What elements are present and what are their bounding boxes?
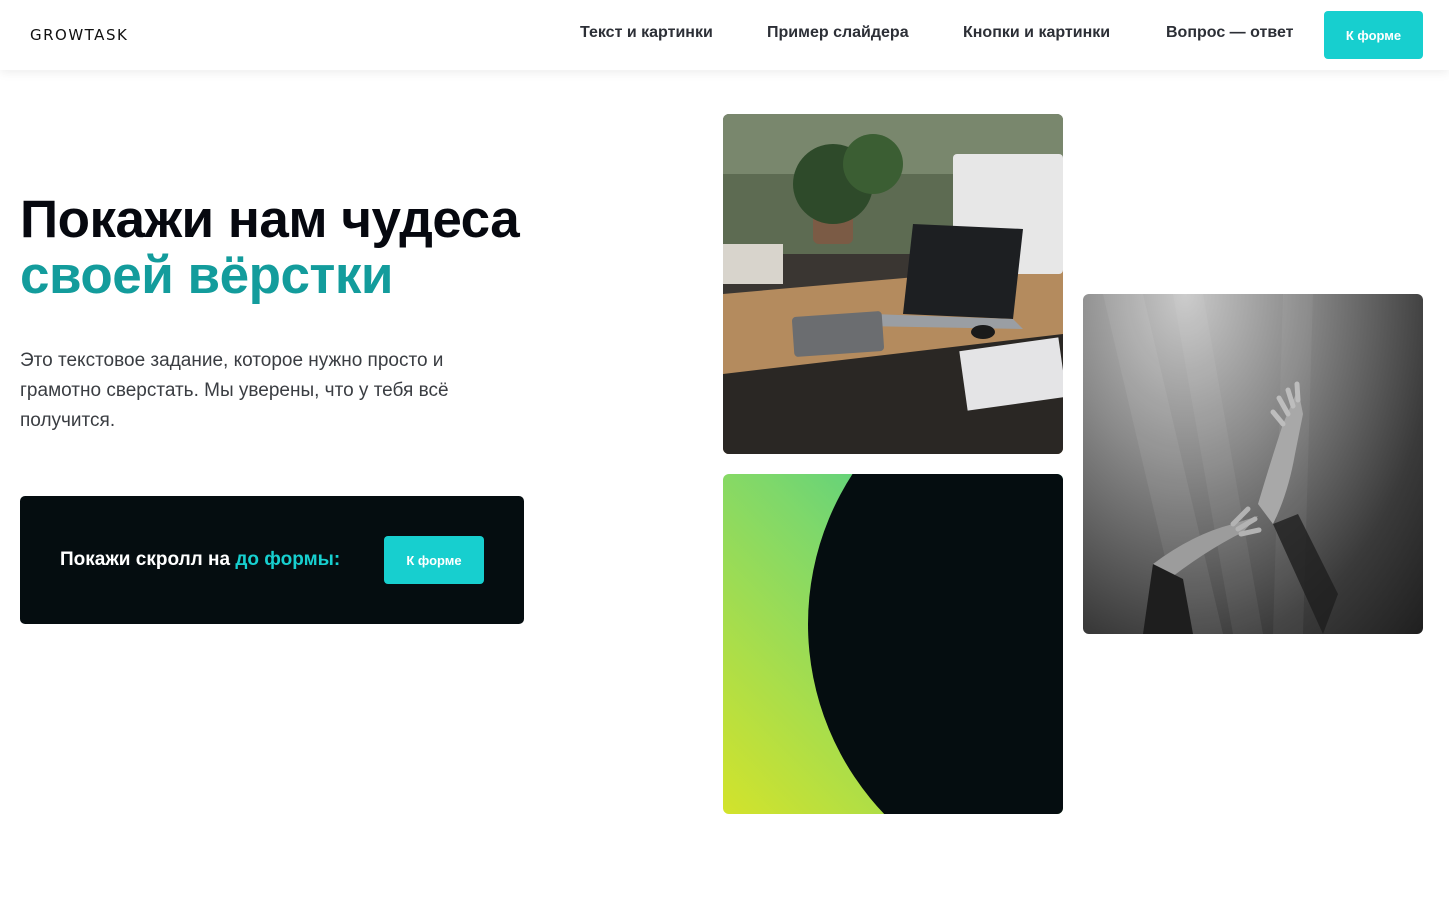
nav-item-text-images[interactable]: Текст и картинки xyxy=(580,24,713,42)
scroll-to-form-card: Покажи скролл на до формы: К форме xyxy=(20,496,524,624)
hands-illustration xyxy=(1103,294,1338,634)
header-to-form-button[interactable]: К форме xyxy=(1324,11,1423,59)
scroll-card-text-prefix: Покажи скролл на xyxy=(60,549,236,570)
scroll-to-form-button[interactable]: К форме xyxy=(384,536,484,584)
hero-title: Покажи нам чудеса своей вёрстки xyxy=(20,192,660,304)
underwater-hands-photo xyxy=(1083,294,1423,634)
scroll-card-text: Покажи скролл на до формы: xyxy=(60,549,340,571)
hero-title-accent: своей вёрстки xyxy=(20,246,394,305)
scroll-card-text-highlight: до формы: xyxy=(235,549,341,570)
hero-title-line1: Покажи нам чудеса xyxy=(20,190,520,249)
black-circle-shape xyxy=(808,474,1063,814)
nav-item-faq[interactable]: Вопрос — ответ xyxy=(1166,24,1293,42)
site-header: GROWTASK Текст и картинки Пример слайдер… xyxy=(0,0,1449,70)
nav-item-buttons-images[interactable]: Кнопки и картинки xyxy=(963,24,1110,42)
nav-item-slider-example[interactable]: Пример слайдера xyxy=(767,24,909,42)
desk-illustration xyxy=(723,114,1063,454)
growtask-logo[interactable]: GROWTASK xyxy=(30,26,128,44)
abstract-gradient-circle xyxy=(723,474,1063,814)
hero-description: Это текстовое задание, которое нужно про… xyxy=(20,350,449,431)
desk-workspace-photo xyxy=(723,114,1063,454)
